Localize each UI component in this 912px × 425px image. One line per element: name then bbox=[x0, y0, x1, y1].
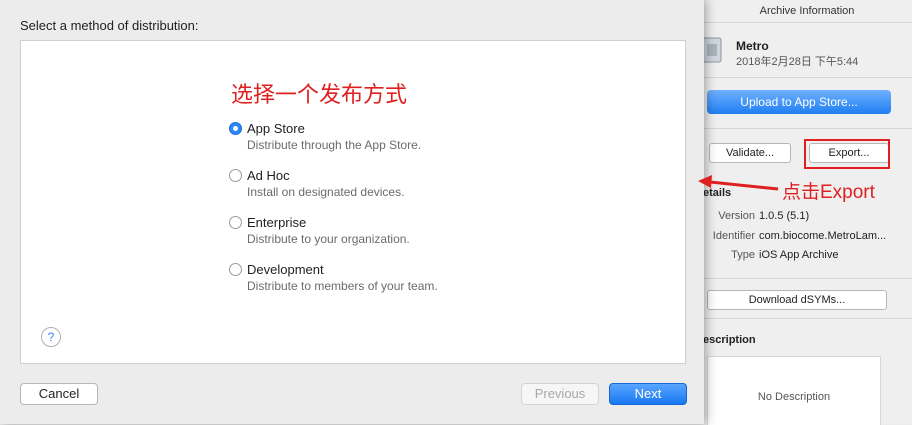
option-label: App Store bbox=[247, 121, 305, 136]
cancel-button[interactable]: Cancel bbox=[20, 383, 98, 405]
radio-icon[interactable] bbox=[229, 169, 242, 182]
detail-identifier: Identifier com.biocome.MetroLam... bbox=[701, 230, 886, 242]
radio-icon[interactable] bbox=[229, 263, 242, 276]
archive-icon bbox=[702, 37, 722, 63]
archive-inspector: Archive Information Metro 2018年2月28日 下午5… bbox=[700, 0, 912, 425]
previous-button[interactable]: Previous bbox=[521, 383, 599, 405]
upload-to-app-store-button[interactable]: Upload to App Store... bbox=[707, 90, 891, 114]
radio-selected-icon[interactable] bbox=[229, 122, 242, 135]
detail-value: 1.0.5 (5.1) bbox=[759, 210, 810, 222]
annotation-arrow-icon bbox=[698, 175, 779, 191]
description-box[interactable]: No Description bbox=[707, 356, 881, 425]
archive-date: 2018年2月28日 下午5:44 bbox=[736, 56, 859, 68]
sheet-title: Select a method of distribution: bbox=[20, 18, 199, 33]
option-description: Distribute to your organization. bbox=[247, 232, 410, 246]
no-description-text: No Description bbox=[757, 391, 831, 403]
option-description: Distribute through the App Store. bbox=[247, 138, 422, 152]
detail-version: Version 1.0.5 (5.1) bbox=[701, 210, 809, 222]
detail-key: Version bbox=[718, 210, 755, 222]
option-description: Install on designated devices. bbox=[247, 185, 405, 199]
inspector-header: Archive Information bbox=[701, 0, 912, 23]
next-button[interactable]: Next bbox=[609, 383, 687, 405]
option-label: Enterprise bbox=[247, 215, 307, 230]
archive-name: Metro bbox=[736, 39, 769, 53]
option-label: Ad Hoc bbox=[247, 168, 290, 183]
option-label: Development bbox=[247, 262, 324, 277]
annotation-choose-method: 选择一个发布方式 bbox=[231, 82, 408, 107]
annotation-click-export: 点击Export bbox=[782, 182, 875, 203]
distribution-sheet: Select a method of distribution: 选择一个发布方… bbox=[0, 0, 704, 424]
option-description: Distribute to members of your team. bbox=[247, 279, 438, 293]
divider bbox=[701, 128, 912, 129]
export-highlight-box bbox=[804, 139, 890, 169]
detail-key: Type bbox=[731, 249, 755, 261]
validate-button[interactable]: Validate... bbox=[709, 143, 791, 163]
detail-type: Type iOS App Archive bbox=[701, 249, 839, 261]
divider bbox=[701, 77, 912, 78]
description-section-title: escription bbox=[703, 334, 756, 346]
detail-key: Identifier bbox=[712, 230, 755, 242]
divider bbox=[701, 278, 912, 279]
download-dsyms-button[interactable]: Download dSYMs... bbox=[707, 290, 887, 310]
divider bbox=[701, 318, 912, 319]
options-panel: 选择一个发布方式 App Store Distribute through th… bbox=[20, 40, 686, 364]
radio-icon[interactable] bbox=[229, 216, 242, 229]
detail-value: iOS App Archive bbox=[759, 249, 839, 261]
detail-value: com.biocome.MetroLam... bbox=[759, 230, 887, 242]
help-button[interactable]: ? bbox=[41, 327, 61, 347]
